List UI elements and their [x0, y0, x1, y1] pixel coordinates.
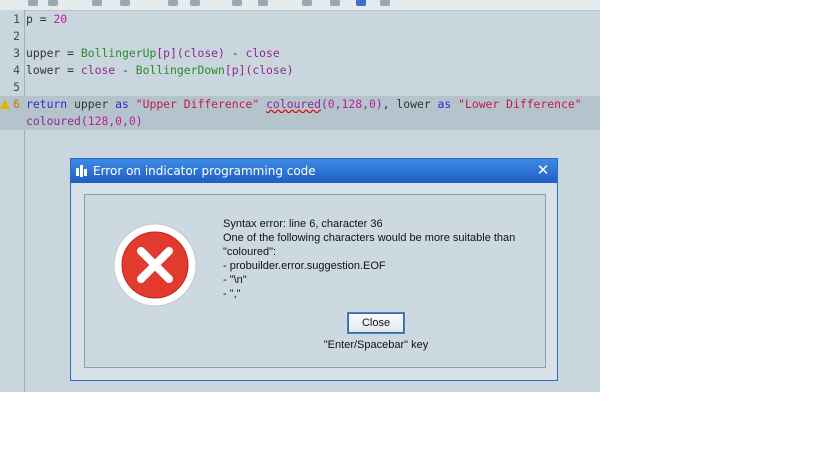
- code-text: lower = close - BollingerDown[p](close): [26, 62, 293, 79]
- toolbar-icon[interactable]: [302, 0, 312, 6]
- code-line[interactable]: 6 return upper as "Upper Difference" colo…: [0, 96, 600, 113]
- editor-toolbar: [0, 0, 600, 11]
- toolbar-icon[interactable]: [190, 0, 200, 6]
- code-token: BollingerUp: [80, 46, 157, 60]
- code-token: 128: [87, 114, 109, 128]
- line-number: 6: [13, 97, 20, 111]
- dialog-title: Error on indicator programming code: [93, 164, 316, 178]
- code-token: upper: [67, 97, 116, 111]
- code-line[interactable]: 1p = 20: [0, 11, 600, 28]
- code-token: ,: [334, 97, 342, 111]
- window-app-icon: [76, 165, 87, 177]
- code-token: , lower: [382, 97, 438, 111]
- code-line[interactable]: 5: [0, 79, 600, 96]
- dialog-content-panel: Syntax error: line 6, character 36 One o…: [84, 194, 546, 368]
- code-token: 0: [115, 114, 123, 128]
- code-token: (: [80, 114, 88, 128]
- line-number: 3: [13, 46, 20, 60]
- code-token: ,: [122, 114, 129, 128]
- code-token: -: [115, 63, 136, 77]
- message-line: - probuilder.error.suggestion.EOF: [223, 260, 386, 272]
- code-text: coloured(128,0,0): [26, 113, 143, 130]
- code-token: -: [224, 46, 246, 60]
- code-line[interactable]: 3 upper = BollingerUp[p](close) - close: [0, 45, 600, 62]
- toolbar-icon[interactable]: [356, 0, 366, 6]
- message-line: One of the following characters would be…: [223, 232, 516, 244]
- error-message: Syntax error: line 6, character 36 One o…: [223, 217, 543, 301]
- toolbar-icon[interactable]: [258, 0, 268, 6]
- message-line: Syntax error: line 6, character 36: [223, 218, 383, 230]
- code-token: as: [115, 97, 129, 111]
- code-token: return: [26, 97, 68, 111]
- code-token: [p](close): [156, 46, 225, 60]
- line-number: 1: [13, 12, 20, 26]
- code-line[interactable]: 4 lower = close - BollingerDown[p](close): [0, 62, 600, 79]
- code-text: return upper as "Upper Difference" colou…: [26, 96, 582, 113]
- dialog-titlebar[interactable]: Error on indicator programming code ✕: [71, 159, 557, 183]
- close-button[interactable]: Close: [347, 312, 405, 334]
- keyboard-hint: "Enter/Spacebar" key: [323, 339, 429, 351]
- message-line: "coloured":: [223, 246, 277, 258]
- code-token: =: [60, 46, 81, 60]
- code-token: upper: [26, 46, 61, 60]
- code-token: [p](close): [224, 63, 294, 77]
- code-token: ): [135, 114, 143, 128]
- code-token: as: [437, 97, 452, 111]
- code-token: 20: [53, 12, 68, 26]
- code-token: coloured: [266, 97, 321, 111]
- code-token: =: [60, 63, 81, 77]
- close-icon[interactable]: ✕: [535, 162, 551, 178]
- message-line: - "\n": [223, 274, 247, 286]
- code-token: 0: [327, 97, 335, 111]
- code-token: BollingerDown: [135, 63, 225, 77]
- code-line[interactable]: 2: [0, 28, 600, 45]
- toolbar-icon[interactable]: [232, 0, 242, 6]
- toolbar-icon[interactable]: [168, 0, 178, 6]
- code-token: ,: [362, 97, 369, 111]
- code-token: "Lower Difference": [458, 97, 582, 111]
- line-number: 4: [13, 63, 20, 77]
- toolbar-icon[interactable]: [380, 0, 390, 6]
- code-token: =: [32, 12, 54, 26]
- code-token: p: [26, 12, 33, 26]
- code-token: 0: [368, 97, 376, 111]
- code-token: 0: [128, 114, 136, 128]
- code-token: "Upper Difference": [135, 97, 260, 111]
- toolbar-icon[interactable]: [92, 0, 102, 6]
- toolbar-icon[interactable]: [330, 0, 340, 6]
- code-token: close: [80, 63, 116, 77]
- code-token: close: [245, 46, 280, 60]
- line-number: 5: [13, 80, 20, 94]
- code-token: ): [375, 97, 383, 111]
- error-dialog: Error on indicator programming code ✕ Sy…: [70, 158, 558, 381]
- code-token: lower: [26, 63, 61, 77]
- line-number: 2: [13, 29, 20, 43]
- code-text: p = 20: [26, 11, 67, 28]
- message-line: - ",": [223, 288, 241, 300]
- toolbar-icon[interactable]: [120, 0, 130, 6]
- toolbar-icon[interactable]: [28, 0, 38, 6]
- code-token: (: [320, 97, 328, 111]
- code-token: coloured: [26, 114, 81, 128]
- error-x-icon: [113, 223, 197, 307]
- code-token: 128: [341, 97, 363, 111]
- toolbar-icon[interactable]: [48, 0, 58, 6]
- code-text: upper = BollingerUp[p](close) - close: [26, 45, 280, 62]
- code-line[interactable]: coloured(128,0,0): [0, 113, 600, 130]
